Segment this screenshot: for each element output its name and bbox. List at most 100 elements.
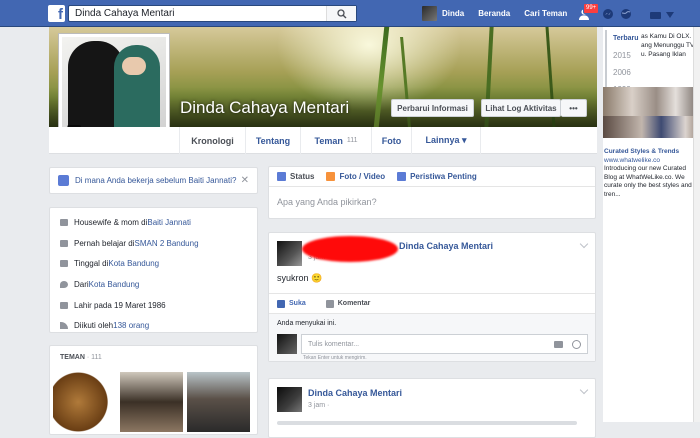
intro-link[interactable]: 138 orang	[113, 321, 149, 330]
ad-image[interactable]	[603, 116, 700, 138]
redaction-mark	[302, 236, 398, 262]
notification-badge: 99+	[583, 3, 600, 14]
tab-label: Tentang	[255, 135, 291, 146]
search-button[interactable]	[326, 6, 356, 21]
privacy-lock-icon[interactable]	[650, 10, 661, 19]
tab-more[interactable]: Lainnya ▾	[412, 127, 481, 154]
profile-face	[122, 57, 146, 75]
intro-link[interactable]: Kota Bandung	[108, 259, 159, 268]
intro-text: Tinggal di	[74, 259, 109, 269]
chevron-down-icon[interactable]	[579, 239, 589, 249]
emoji-icon[interactable]	[572, 339, 581, 349]
pencil-icon	[277, 172, 286, 181]
ad-title[interactable]: Curated Styles & Trends	[604, 148, 699, 157]
post-author-name[interactable]: Dinda Cahaya Mentari	[308, 388, 402, 398]
intro-text: Dari	[74, 279, 89, 289]
post-timestamp[interactable]: 3 jam ·	[308, 402, 329, 409]
composer-tabs: Status Foto / Video Peristiwa Penting	[269, 167, 595, 187]
tab-label: Foto	[381, 135, 402, 146]
tab-photos[interactable]: Foto	[372, 127, 412, 154]
home-icon	[60, 260, 68, 268]
intro-row-from: Dari Kota Bandung	[60, 274, 247, 295]
find-friends-label: Cari Teman	[524, 9, 568, 18]
search-input[interactable]	[69, 6, 326, 21]
like-label: Suka	[289, 300, 306, 307]
home-nav-link[interactable]: Beranda	[478, 9, 510, 18]
composer-input[interactable]: Apa yang Anda pikirkan?	[269, 187, 595, 217]
photo-icon	[326, 172, 336, 181]
ad-text[interactable]: as Kamu Di OLX. ang Menunggu TV u. Pasan…	[641, 32, 700, 59]
year-link[interactable]: 2006	[607, 64, 640, 81]
comment-input[interactable]: Tulis komentar...	[301, 334, 588, 354]
comment-icon	[325, 299, 334, 308]
chevron-down-icon[interactable]	[579, 385, 589, 395]
intro-link[interactable]: SMAN 2 Bandung	[134, 239, 198, 248]
scrollbar[interactable]	[693, 27, 700, 422]
post-composer: Status Foto / Video Peristiwa Penting Ap…	[268, 166, 596, 219]
work-question-text: Di mana Anda bekerja sebelum Baiti Janna…	[75, 176, 237, 185]
year-link[interactable]: Terbaru	[607, 30, 640, 47]
intro-text: Diikuti oleh	[74, 321, 114, 331]
intro-link[interactable]: Baiti Jannati	[147, 218, 191, 227]
composer-status-tab[interactable]: Status	[277, 172, 314, 181]
profile-nav-name: Dinda	[442, 9, 465, 18]
friend-thumbnail[interactable]	[53, 372, 116, 432]
composer-life-event-tab[interactable]: Peristiwa Penting	[397, 172, 477, 181]
intro-row-work: Housewife & mom di Baiti Jannati	[60, 212, 247, 233]
find-friends-nav-link[interactable]: Cari Teman	[524, 9, 567, 18]
account-menu-arrow-icon[interactable]	[666, 12, 674, 18]
briefcase-icon	[58, 175, 69, 186]
intro-text: Lahir pada 19 Maret 1986	[74, 300, 166, 310]
profile-nav-link[interactable]: Dinda	[422, 6, 464, 21]
intro-row-lives: Tinggal di Kota Bandung	[60, 253, 247, 274]
friends-count: 111	[346, 137, 358, 144]
tab-label: Lainnya ▾	[425, 135, 467, 145]
intro-link[interactable]: Kota Bandung	[89, 280, 140, 289]
home-label: Beranda	[478, 9, 511, 18]
timeline-post: Dinda Cahaya Mentari 3 jam ·	[268, 378, 596, 438]
ad-url[interactable]: www.whatwelike.co	[604, 157, 699, 166]
post-author-avatar[interactable]	[277, 241, 302, 266]
work-question-card[interactable]: Di mana Anda bekerja sebelum Baiti Janna…	[49, 167, 258, 194]
facebook-logo[interactable]: f	[48, 5, 65, 22]
post-feedback: Anda menyukai ini. Tulis komentar... Tek…	[269, 313, 595, 361]
year-link[interactable]: 2015	[607, 47, 640, 64]
composer-status-label: Status	[290, 172, 315, 181]
messages-icon[interactable]	[602, 8, 614, 20]
profile-name[interactable]: Dinda Cahaya Mentari	[180, 98, 349, 118]
activity-log-button[interactable]: Lihat Log Aktivitas	[481, 99, 561, 117]
close-icon[interactable]: ✕	[241, 175, 249, 186]
flag-icon	[397, 172, 407, 181]
tab-timeline[interactable]: Kronologi	[179, 127, 246, 154]
update-info-button[interactable]: Perbarui Informasi	[391, 99, 474, 117]
comment-hint: Tekan Enter untuk mengirim.	[303, 355, 367, 361]
search-bar	[68, 5, 357, 22]
camera-icon[interactable]	[554, 340, 563, 348]
friends-card-count: · 111	[86, 354, 102, 361]
education-icon	[60, 239, 68, 247]
like-button[interactable]: Suka	[277, 299, 306, 308]
post-actions: Suka Komentar	[269, 293, 595, 313]
sponsored-ad[interactable]: Curated Styles & Trends www.whatwelike.c…	[604, 148, 699, 199]
friends-header[interactable]: TEMAN · 111	[60, 354, 247, 361]
post-author-name[interactable]: Dinda Cahaya Mentari	[399, 241, 493, 251]
profile-tab-bar: Kronologi Tentang Teman 111 Foto Lainnya …	[49, 127, 597, 154]
notifications-globe-icon[interactable]	[620, 8, 632, 20]
composer-photo-tab[interactable]: Foto / Video	[326, 172, 385, 181]
friend-thumbnail[interactable]	[187, 372, 250, 432]
intro-text: Pernah belajar di	[74, 238, 135, 248]
tab-about[interactable]: Tentang	[246, 127, 301, 154]
nav-right: Dinda Beranda Cari Teman	[422, 0, 581, 27]
intro-row-followers: Diikuti oleh 138 orang	[60, 315, 247, 336]
friend-thumbnail[interactable]	[120, 372, 183, 432]
comment-button[interactable]: Komentar	[325, 299, 371, 308]
search-icon	[336, 8, 346, 18]
comment-label: Komentar	[337, 300, 371, 307]
composer-life-event-label: Peristiwa Penting	[410, 172, 477, 181]
tab-friends[interactable]: Teman 111	[301, 127, 372, 154]
intro-row-education: Pernah belajar di SMAN 2 Bandung	[60, 233, 247, 254]
avatar	[422, 6, 437, 21]
likes-summary: Anda menyukai ini.	[277, 320, 337, 327]
more-options-button[interactable]: •••	[561, 99, 587, 117]
post-author-avatar[interactable]	[277, 387, 302, 412]
